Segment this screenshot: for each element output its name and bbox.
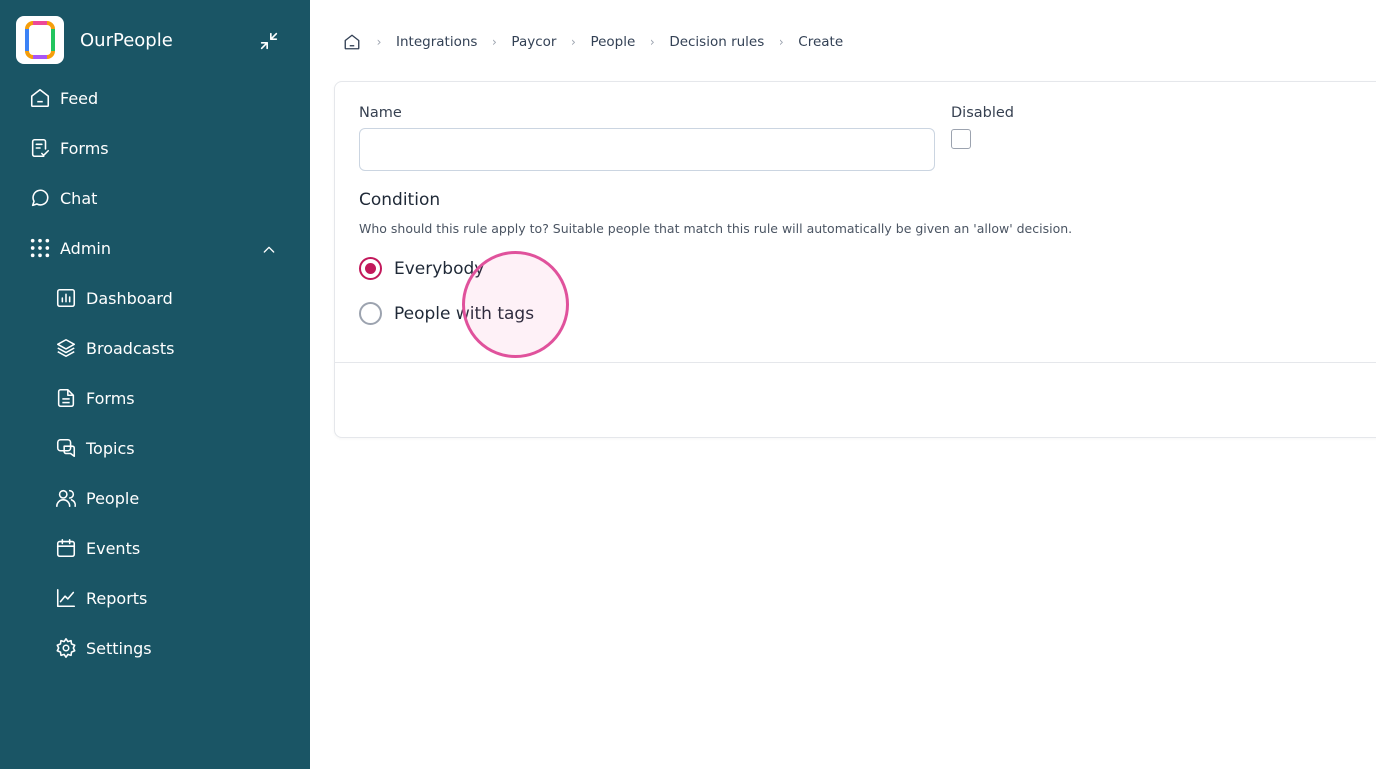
sidebar-item-broadcasts[interactable]: Broadcasts [54,332,175,364]
chevron-right-icon: › [649,35,655,49]
radio-everybody[interactable]: Everybody [359,257,484,280]
breadcrumb: › Integrations › Paycor › People › Decis… [342,30,843,54]
sidebar-item-settings[interactable]: Settings [54,632,152,664]
sidebar-item-events[interactable]: Events [54,532,140,564]
sidebar-item-label: Forms [86,388,135,408]
radio-button-selected[interactable] [359,257,382,280]
breadcrumb-decision-rules[interactable]: Decision rules [669,34,764,50]
sidebar-item-label: Events [86,538,141,558]
sidebar-item-label: Settings [86,638,152,658]
chart-icon [54,286,78,310]
sidebar-item-feed[interactable]: Feed [28,82,98,114]
calendar-icon [54,536,78,560]
app-logo [16,16,64,64]
decision-rule-form: Name Disabled Condition Who should this … [334,81,1376,438]
sidebar-item-people[interactable]: People [54,482,139,514]
grid-dots-icon [28,236,52,260]
chevron-right-icon: › [376,35,382,49]
sidebar-item-label: Reports [86,588,148,608]
sidebar-item-label: Chat [60,188,98,208]
name-label: Name [359,105,402,121]
sidebar-item-label: Admin [60,238,111,258]
chevron-right-icon: › [492,35,497,49]
sidebar-item-admin[interactable]: Admin [28,232,111,264]
home-icon [28,86,52,110]
chat-bubble-icon [28,186,52,210]
name-input[interactable] [359,128,935,171]
brand[interactable]: OurPeople [16,16,173,64]
sidebar-item-label: Forms [60,138,109,158]
radio-people-with-tags[interactable]: People with tags [359,302,534,325]
users-icon [54,486,78,510]
topics-icon [54,436,78,460]
sidebar: OurPeople Feed Forms Chat Admin Dashboar… [0,0,310,769]
breadcrumb-people[interactable]: People [590,34,635,50]
gear-icon [54,636,78,660]
sidebar-item-label: Dashboard [86,288,173,308]
sidebar-item-dashboard[interactable]: Dashboard [54,282,173,314]
trend-icon [54,586,78,610]
sidebar-item-label: People [86,488,140,508]
disabled-label: Disabled [951,105,1014,121]
home-icon[interactable] [342,32,362,52]
sidebar-item-chat[interactable]: Chat [28,182,97,214]
sidebar-item-label: Feed [60,88,99,108]
radio-button[interactable] [359,302,382,325]
collapse-sidebar-icon[interactable] [256,28,282,54]
breadcrumb-integrations[interactable]: Integrations [396,34,477,50]
sidebar-item-label: Topics [86,438,135,458]
sidebar-item-reports[interactable]: Reports [54,582,147,614]
chevron-up-icon[interactable] [259,240,279,260]
divider [335,362,1376,363]
layers-icon [54,336,78,360]
condition-title: Condition [359,190,441,210]
form-check-icon [28,136,52,160]
breadcrumb-current: Create [798,34,844,50]
sidebar-item-forms[interactable]: Forms [28,132,109,164]
app-name: OurPeople [80,29,173,51]
breadcrumb-paycor[interactable]: Paycor [511,34,556,50]
sidebar-item-admin-forms[interactable]: Forms [54,382,135,414]
sidebar-item-label: Broadcasts [86,338,175,358]
radio-label: Everybody [394,258,485,279]
chevron-right-icon: › [778,35,784,49]
radio-label: People with tags [394,303,535,324]
sidebar-item-topics[interactable]: Topics [54,432,135,464]
chevron-right-icon: › [571,35,576,49]
disabled-checkbox[interactable] [951,129,971,149]
document-icon [54,386,78,410]
condition-description: Who should this rule apply to? Suitable … [359,221,1073,236]
